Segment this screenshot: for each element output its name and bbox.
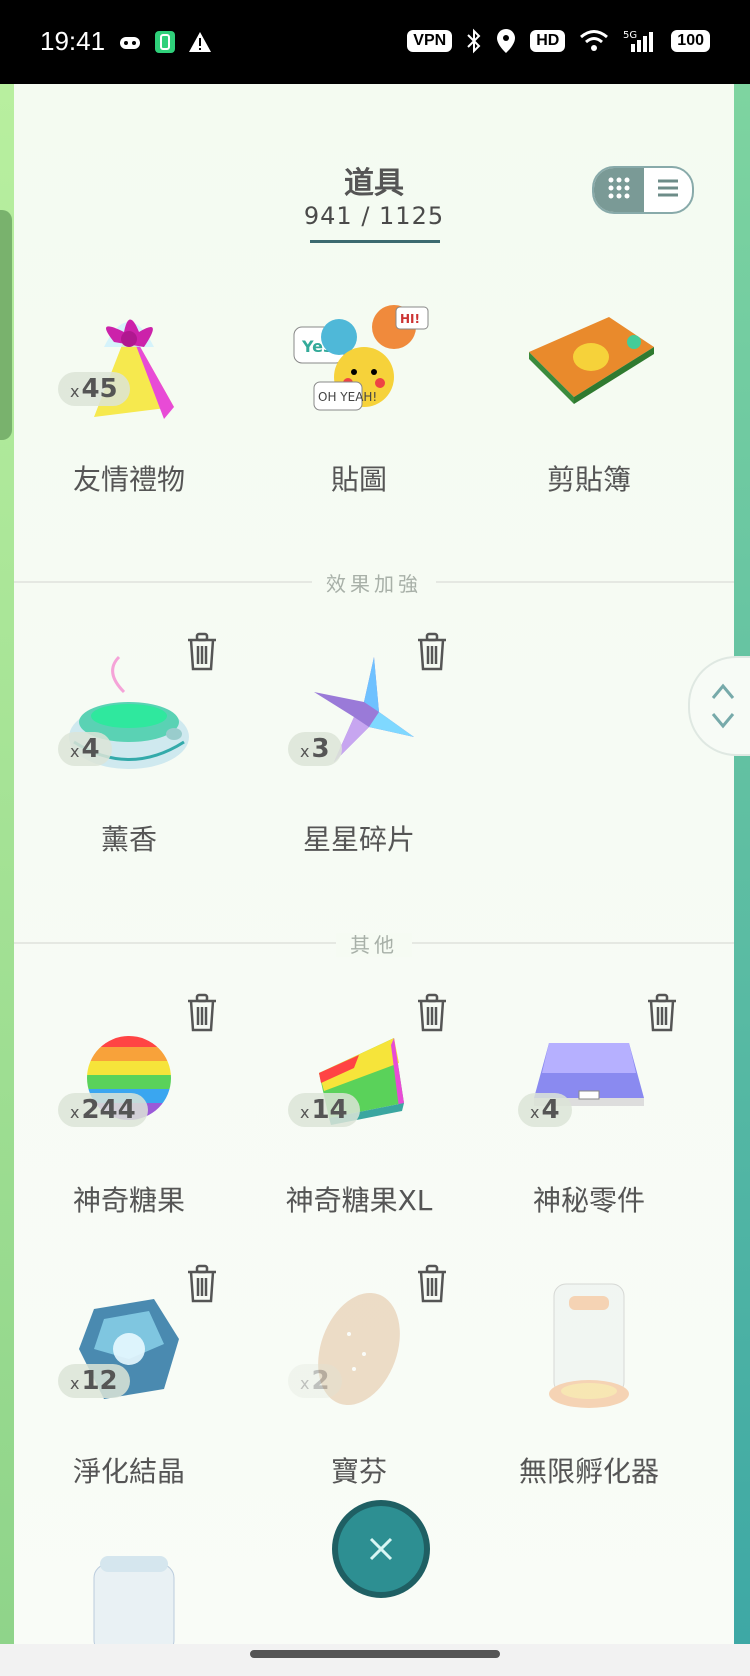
gamepad-icon <box>118 30 142 54</box>
section-label-other: 其他 <box>14 929 734 958</box>
grid-view-button[interactable] <box>594 168 644 212</box>
infinite-incubator-icon <box>514 1274 664 1424</box>
status-bar: 19:41 VPN HD 5G 100 <box>0 0 750 84</box>
item-rare-candy-xl[interactable]: x14 神奇糖果XL <box>244 993 474 1233</box>
rare-candy-xl-icon <box>284 1003 434 1153</box>
quantity-badge: x12 <box>58 1364 130 1398</box>
item-scrapbook[interactable]: 剪貼簿 <box>474 272 704 512</box>
item-label: 神奇糖果 <box>72 1184 185 1217</box>
item-rare-candy[interactable]: x244 神奇糖果 <box>14 993 244 1233</box>
item-purification-crystal[interactable]: x12 淨化結晶 <box>14 1264 244 1504</box>
incubator-icon <box>84 1554 184 1644</box>
poffin-icon <box>284 1274 434 1424</box>
rare-candy-icon <box>54 1003 204 1153</box>
list-view-icon <box>657 178 679 202</box>
left-side-handle[interactable] <box>0 210 12 440</box>
quantity-badge: x244 <box>58 1093 148 1127</box>
quantity-badge: x45 <box>58 372 130 406</box>
location-icon <box>496 28 516 54</box>
wifi-icon <box>579 29 609 53</box>
star-piece-icon <box>284 642 434 792</box>
signal-5g-icon: 5G <box>623 28 657 54</box>
close-button[interactable] <box>332 1500 430 1598</box>
svg-text:HI!: HI! <box>400 312 420 326</box>
scroll-arrows-icon <box>711 683 735 729</box>
hd-badge: HD <box>530 30 566 52</box>
quantity-badge: x14 <box>288 1093 360 1127</box>
item-infinite-incubator[interactable]: 無限孵化器 <box>474 1264 704 1504</box>
item-label: 神奇糖果XL <box>285 1184 433 1217</box>
battery-level-badge: 100 <box>671 30 710 52</box>
item-label: 友情禮物 <box>72 463 185 496</box>
incense-icon <box>54 642 204 792</box>
bluetooth-icon <box>466 28 482 54</box>
warning-icon <box>188 30 212 54</box>
clock: 19:41 <box>40 26 106 56</box>
gift-icon <box>54 282 204 432</box>
right-frame <box>734 84 750 1644</box>
item-label: 淨化結晶 <box>72 1455 185 1488</box>
home-indicator[interactable] <box>250 1650 500 1658</box>
item-friendship-gift[interactable]: x45 友情禮物 <box>14 272 244 512</box>
item-label: 寶芬 <box>330 1455 387 1488</box>
scrapbook-icon <box>514 282 664 432</box>
sticker-icon: Yes! OH YEAH! HI! <box>284 282 434 432</box>
item-label: 剪貼簿 <box>546 463 631 496</box>
battery-saver-icon <box>154 30 176 54</box>
item-label: 神秘零件 <box>532 1184 645 1217</box>
quantity-badge: x4 <box>58 732 112 766</box>
navigation-bar <box>0 1644 750 1676</box>
item-label: 薰香 <box>100 823 157 856</box>
item-star-piece[interactable]: x3 星星碎片 <box>244 632 474 872</box>
svg-text:OH YEAH!: OH YEAH! <box>318 390 377 404</box>
close-icon <box>369 1537 393 1561</box>
view-toggle[interactable] <box>592 166 694 214</box>
quantity-badge: x4 <box>518 1093 572 1127</box>
scroll-handle[interactable] <box>688 656 750 756</box>
svg-text:5G: 5G <box>623 30 637 41</box>
quantity-badge: x3 <box>288 732 342 766</box>
vpn-badge: VPN <box>407 30 453 52</box>
item-label: 星星碎片 <box>302 823 415 856</box>
grid-view-icon <box>607 176 631 204</box>
item-incense[interactable]: x4 薰香 <box>14 632 244 872</box>
items-panel: 道具 941 / 1125 x45 友情禮物 Yes! OH YEAH! HI!… <box>14 84 734 1644</box>
mysterious-component-icon <box>514 1003 664 1153</box>
title-underline <box>310 240 440 243</box>
section-label-boost: 效果加強 <box>14 568 734 597</box>
item-poffin[interactable]: x2 寶芬 <box>244 1264 474 1504</box>
item-label: 無限孵化器 <box>518 1455 659 1488</box>
purification-crystal-icon <box>54 1274 204 1424</box>
quantity-badge: x2 <box>288 1364 342 1398</box>
item-mysterious-component[interactable]: x4 神秘零件 <box>474 993 704 1233</box>
list-view-button[interactable] <box>644 168 692 212</box>
item-label: 貼圖 <box>330 463 387 496</box>
item-sticker[interactable]: Yes! OH YEAH! HI! 貼圖 <box>244 272 474 512</box>
